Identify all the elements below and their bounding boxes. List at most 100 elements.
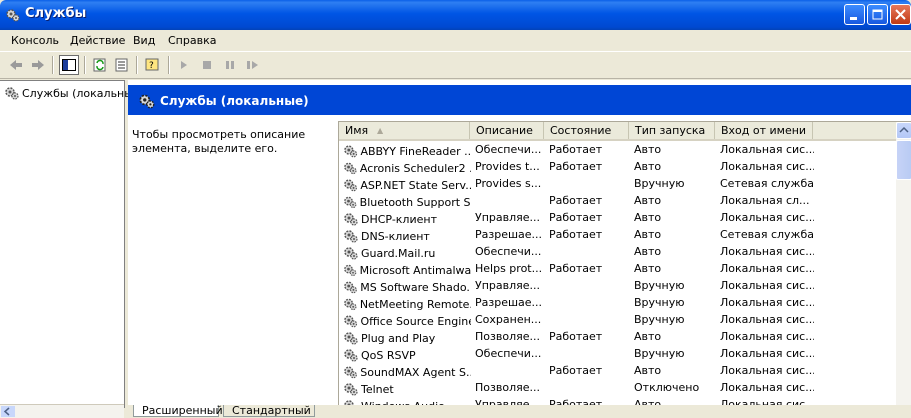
export-list-button[interactable]	[112, 55, 132, 75]
column-header-startup-type[interactable]: Тип запуска	[629, 122, 715, 139]
scroll-up-icon	[899, 126, 909, 133]
services-gear-icon	[139, 94, 155, 109]
service-startup-type: Авто	[634, 364, 662, 377]
menu-action[interactable]: Действие	[70, 34, 125, 47]
service-status: Работает	[549, 262, 603, 275]
service-name-cell: Plug and Play	[343, 330, 471, 346]
table-row[interactable]: QoS RSVP Обеспечи... Вручную Локальная сис.…	[339, 345, 896, 362]
back-arrow-icon	[10, 60, 22, 70]
service-name: Bluetooth Support S...	[359, 195, 471, 209]
service-status: Работает	[549, 143, 603, 156]
service-startup-type: Авто	[634, 194, 662, 207]
menu-help[interactable]: Справка	[168, 34, 216, 47]
refresh-icon	[93, 58, 106, 72]
table-row[interactable]: NetMeeting Remote... Разрешае... Вручную Ло…	[339, 294, 896, 311]
help-icon: ?	[145, 58, 159, 71]
table-row[interactable]: DNS-клиент Разрешае... Работает Авто Сетевая…	[339, 226, 896, 243]
service-description: Позволяе...	[475, 330, 540, 343]
table-row[interactable]: Office Source Engine Сохранен... Вручную Ло…	[339, 311, 896, 328]
service-name: ASP.NET State Serv...	[360, 178, 471, 192]
service-status: Работает	[549, 330, 603, 343]
forward-button[interactable]	[28, 55, 48, 75]
service-name: NetMeeting Remote...	[359, 297, 471, 311]
service-name: Telnet	[361, 382, 394, 396]
refresh-button[interactable]	[90, 55, 110, 75]
maximize-button[interactable]	[867, 4, 888, 25]
service-log-on-as: Локальная сис...	[720, 245, 814, 258]
service-startup-type: Авто	[634, 211, 662, 224]
service-description: Управляе...	[475, 279, 541, 292]
toolbar-separator	[136, 56, 138, 74]
service-name: MS Software Shado...	[360, 280, 471, 294]
restart-service-button[interactable]	[243, 55, 263, 75]
tree-item-services-local[interactable]: Службы (локальны	[4, 85, 133, 101]
service-startup-type: Отключено	[634, 381, 700, 394]
svg-text:?: ?	[149, 61, 154, 71]
service-gear-icon	[344, 366, 357, 379]
close-button[interactable]	[890, 4, 911, 25]
table-row[interactable]: MS Software Shado... Управляе... Вручную Ло…	[339, 277, 896, 294]
service-status: Работает	[549, 194, 603, 207]
service-name-cell: SoundMAX Agent S...	[343, 364, 471, 380]
column-header-status[interactable]: Состояние	[544, 122, 629, 139]
service-gear-icon	[344, 162, 357, 175]
service-name-cell: ASP.NET State Serv...	[343, 177, 471, 193]
restart-icon	[247, 61, 258, 69]
close-icon	[895, 9, 906, 20]
column-header-description[interactable]: Описание	[470, 122, 544, 139]
scroll-up-button[interactable]	[896, 122, 911, 139]
service-gear-icon	[344, 281, 357, 294]
service-log-on-as: Локальная сис...	[720, 381, 814, 394]
pause-service-button[interactable]	[220, 55, 240, 75]
service-log-on-as: Локальная сис...	[720, 347, 814, 360]
column-header-log-on-as[interactable]: Вход от имени	[715, 122, 813, 139]
table-row[interactable]: DHCP-клиент Управляе... Работает Авто Локаль…	[339, 209, 896, 226]
service-description: Разрешае...	[475, 228, 543, 241]
service-name: ABBYY FineReader ...	[360, 144, 471, 158]
service-name-cell: Office Source Engine	[343, 313, 471, 329]
scroll-thumb[interactable]	[896, 140, 911, 180]
service-name-cell: Bluetooth Support S...	[343, 194, 471, 210]
column-headers: Имя ▲ Описание Состояние Тип запуска Вхо…	[339, 122, 896, 141]
service-gear-icon	[344, 315, 358, 328]
show-hide-tree-icon	[62, 59, 76, 71]
table-row[interactable]: ABBYY FineReader ... Обеспечи... Работает А…	[339, 141, 896, 158]
export-list-icon	[115, 58, 128, 72]
service-name: SoundMAX Agent S...	[360, 365, 471, 379]
service-startup-type: Вручную	[634, 177, 685, 190]
service-gear-icon	[344, 145, 358, 158]
view-tabs: Расширенный Стандартный	[128, 405, 911, 417]
table-row[interactable]: Telnet Позволяе... Отключено Локальная сис.…	[339, 379, 896, 396]
service-name-cell: MS Software Shado...	[343, 279, 471, 295]
back-button[interactable]	[6, 55, 26, 75]
services-list: Имя ▲ Описание Состояние Тип запуска Вхо…	[338, 121, 911, 413]
table-row[interactable]: SoundMAX Agent S... Работает Авто Локальная…	[339, 362, 896, 379]
menu-console[interactable]: Консоль	[11, 34, 59, 47]
stop-service-button[interactable]	[197, 55, 217, 75]
table-row[interactable]: Plug and Play Позволяе... Работает Авто Лока…	[339, 328, 896, 345]
service-name: Microsoft Antimalwa...	[359, 263, 471, 277]
column-header-name[interactable]: Имя ▲	[339, 122, 470, 139]
table-row[interactable]: Guard.Mail.ru Обеспечи... Авто Локальная си…	[339, 243, 896, 260]
table-row[interactable]: Acronis Scheduler2 ... Provides t... Работ…	[339, 158, 896, 175]
table-row[interactable]: Bluetooth Support S... Работает Авто Локаль…	[339, 192, 896, 209]
service-description: Обеспечи...	[475, 347, 542, 360]
minimize-button[interactable]	[844, 4, 865, 25]
service-name-cell: Microsoft Antimalwa...	[343, 262, 471, 278]
tab-extended[interactable]: Расширенный	[133, 405, 223, 417]
show-hide-tree-button[interactable]	[59, 55, 79, 75]
tree-horizontal-scrollbar[interactable]	[0, 404, 124, 418]
service-log-on-as: Локальная сис...	[720, 330, 814, 343]
service-name: DHCP-клиент	[361, 212, 437, 226]
stop-icon	[203, 61, 211, 69]
service-name-cell: Guard.Mail.ru	[343, 245, 471, 261]
vertical-scrollbar[interactable]	[896, 122, 911, 412]
start-service-button[interactable]	[174, 55, 194, 75]
toolbar: ?	[0, 52, 911, 79]
tab-standard[interactable]: Стандартный	[223, 405, 315, 417]
menu-view[interactable]: Вид	[133, 34, 155, 47]
help-button[interactable]: ?	[143, 55, 163, 75]
service-startup-type: Вручную	[634, 279, 685, 292]
table-row[interactable]: ASP.NET State Serv... Provides s... Вручну…	[339, 175, 896, 192]
table-row[interactable]: Microsoft Antimalwa... Helps prot... Работ…	[339, 260, 896, 277]
